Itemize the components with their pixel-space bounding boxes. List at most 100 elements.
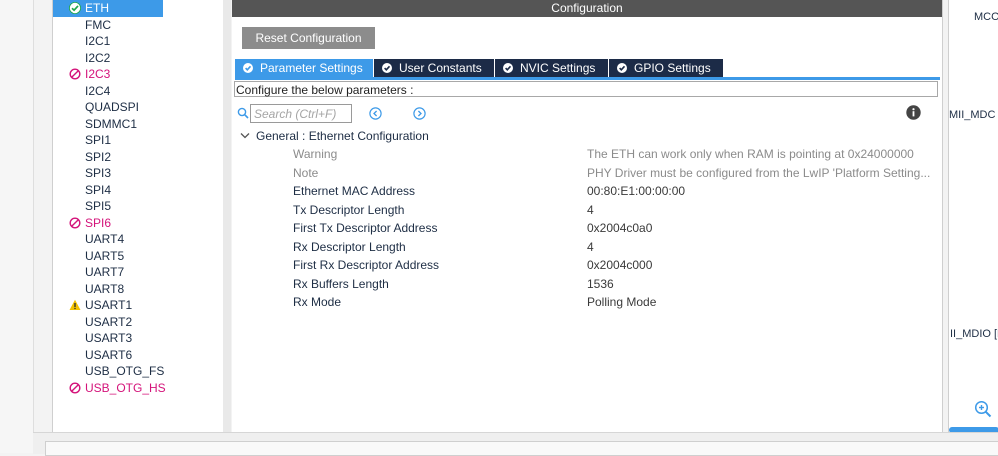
sidebar-item-label: USB_OTG_HS (85, 380, 166, 395)
chevron-down-icon (240, 133, 250, 139)
sidebar-item-i2c4[interactable]: I2C4 (65, 83, 225, 100)
parameter-value[interactable]: Polling Mode (587, 293, 656, 312)
panel-splitter[interactable] (223, 0, 231, 432)
parameter-value[interactable]: 00:80:E1:00:00:00 (587, 182, 685, 201)
tab-parameter-settings[interactable]: Parameter Settings (235, 59, 374, 77)
table-row[interactable]: Rx Buffers Length 1536 (232, 275, 942, 294)
parameter-name: Rx Mode (293, 295, 342, 309)
sidebar-item-label: SPI3 (85, 166, 112, 180)
parameter-name: Note (293, 165, 319, 180)
sidebar-item-uart8[interactable]: UART8 (65, 281, 225, 298)
sidebar-item-label: SPI6 (85, 215, 112, 230)
sidebar-item-label: UART5 (85, 248, 125, 263)
parameter-name: First Rx Descriptor Address (293, 258, 440, 272)
sidebar-item-label: I2C1 (85, 34, 111, 48)
peripheral-list-panel: ETH FMC I2C1 I2C2 I2C3 I2C4 QUADSPI SDMMC1 SPI1 S… (52, 0, 274, 432)
sidebar-item-label: FMC (85, 17, 111, 32)
parameter-name: First Tx Descriptor Address (293, 221, 438, 235)
sidebar-item-spi3[interactable]: SPI3 (65, 165, 225, 182)
sidebar-item-label: USART1 (85, 298, 133, 312)
sidebar-item-i2c3[interactable]: I2C3 (65, 66, 225, 83)
sidebar-item-label: USART3 (85, 331, 133, 345)
parameter-value[interactable]: 0x2004c000 (587, 256, 652, 275)
no-entry-icon (69, 68, 81, 80)
configuration-panel: Configuration Reset Configuration Parame… (232, 0, 943, 432)
parameter-value[interactable]: 4 (587, 238, 594, 257)
parameter-name: Ethernet MAC Address (293, 184, 416, 198)
pin-label[interactable]: MCO (974, 11, 998, 23)
reset-configuration-button[interactable]: Reset Configuration (242, 27, 375, 49)
parameter-name: Tx Descriptor Length (293, 202, 405, 217)
parameter-group-label: General : Ethernet Configuration (256, 129, 429, 143)
tab-nvic-settings[interactable]: NVIC Settings (495, 59, 609, 77)
sidebar-item-usb-otg-fs[interactable]: USB_OTG_FS (65, 363, 225, 380)
sidebar-item-label: SPI4 (85, 182, 112, 197)
sidebar-item-uart5[interactable]: UART5 (65, 248, 225, 265)
sidebar-item-label: QUADSPI (85, 100, 140, 114)
sidebar-item-usart6[interactable]: USART6 (65, 347, 225, 364)
sidebar-item-usart1[interactable]: USART1 (65, 297, 225, 314)
bottom-status-area (33, 432, 998, 456)
pin-label[interactable]: MII_MDC [ (949, 109, 998, 121)
sidebar-item-label: SPI2 (85, 149, 112, 164)
table-row[interactable]: Rx Descriptor Length 4 (232, 238, 942, 257)
parameter-name: Rx Descriptor Length (293, 239, 406, 254)
sidebar-item-spi1[interactable]: SPI1 (65, 132, 225, 149)
tab-user-constants[interactable]: User Constants (374, 59, 495, 77)
sidebar-item-label: I2C3 (85, 67, 111, 81)
check-circle-icon (382, 63, 392, 73)
search-previous-icon[interactable] (369, 107, 382, 120)
parameter-value[interactable]: 4 (587, 201, 594, 220)
sidebar-item-label: USB_OTG_FS (85, 364, 165, 378)
check-circle-icon (69, 2, 81, 14)
sidebar-item-spi5[interactable]: SPI5 (65, 198, 225, 215)
sidebar-item-uart4[interactable]: UART4 (65, 231, 225, 248)
sidebar-item-sdmmc1[interactable]: SDMMC1 (65, 116, 225, 133)
sidebar-item-label: UART4 (85, 232, 125, 246)
check-circle-icon (243, 63, 253, 73)
table-row[interactable]: First Rx Descriptor Address 0x2004c000 (232, 256, 942, 275)
sidebar-item-label: I2C4 (85, 83, 111, 98)
table-row[interactable]: Note PHY Driver must be configured from t… (232, 164, 942, 183)
parameter-value[interactable]: The ETH can work only when RAM is pointi… (587, 145, 914, 164)
sidebar-item-eth[interactable]: ETH (53, 0, 163, 17)
left-gutter (0, 0, 34, 453)
parameter-value[interactable]: 1536 (587, 275, 614, 294)
sidebar-item-quadspi[interactable]: QUADSPI (65, 99, 225, 116)
table-row[interactable]: Tx Descriptor Length 4 (232, 201, 942, 220)
sidebar-item-usb-otg-hs[interactable]: USB_OTG_HS (65, 380, 225, 397)
sidebar-item-label: SPI5 (85, 199, 112, 213)
sidebar-item-label: USART6 (85, 347, 133, 362)
table-row[interactable]: Rx Mode Polling Mode (232, 293, 942, 312)
parameter-value[interactable]: 0x2004c0a0 (587, 219, 652, 238)
tab-label: GPIO Settings (634, 61, 711, 75)
sidebar-item-spi2[interactable]: SPI2 (65, 149, 225, 166)
tab-gpio-settings[interactable]: GPIO Settings (609, 59, 724, 77)
sidebar-item-uart7[interactable]: UART7 (65, 264, 225, 281)
check-circle-icon (617, 63, 627, 73)
sidebar-item-usart2[interactable]: USART2 (65, 314, 225, 331)
sidebar-item-i2c1[interactable]: I2C1 (65, 33, 225, 50)
parameter-value[interactable]: PHY Driver must be configured from the L… (587, 164, 930, 183)
warning-triangle-icon (69, 299, 81, 310)
pin-label[interactable]: II_MDIO [L (950, 328, 998, 340)
table-row[interactable]: First Tx Descriptor Address 0x2004c0a0 (232, 219, 942, 238)
table-row[interactable]: Warning The ETH can work only when RAM is… (232, 145, 942, 164)
sidebar-item-fmc[interactable]: FMC (65, 17, 225, 34)
sidebar-item-label: UART8 (85, 281, 125, 296)
tab-label: NVIC Settings (520, 61, 596, 75)
tab-label: Parameter Settings (260, 61, 363, 75)
search-input[interactable] (250, 104, 352, 123)
sidebar-item-spi6[interactable]: SPI6 (65, 215, 225, 232)
zoom-in-icon[interactable] (974, 400, 992, 418)
sidebar-item-spi4[interactable]: SPI4 (65, 182, 225, 199)
sidebar-item-label: SPI1 (85, 133, 112, 147)
no-entry-icon (69, 216, 81, 229)
sidebar-item-usart3[interactable]: USART3 (65, 330, 225, 347)
configuration-description: Configure the below parameters : (234, 81, 938, 97)
sidebar-item-i2c2[interactable]: I2C2 (65, 50, 225, 67)
table-row[interactable]: Ethernet MAC Address 00:80:E1:00:00:00 (232, 182, 942, 201)
search-next-icon[interactable] (413, 107, 426, 120)
info-icon[interactable] (906, 105, 921, 120)
parameter-name: Rx Buffers Length (293, 276, 389, 291)
